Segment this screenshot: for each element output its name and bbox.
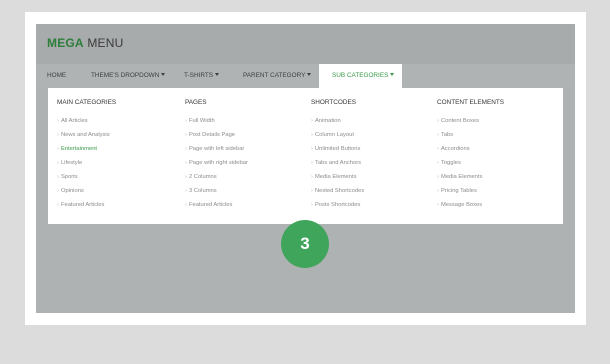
caret-down-icon (390, 73, 395, 76)
site-logo[interactable]: MEGA MENU (47, 36, 124, 50)
menu-link[interactable]: › News and Analysis (57, 132, 110, 138)
chevron-right-icon: › (57, 118, 59, 124)
caret-down-icon (307, 73, 312, 76)
nav-item-parent-category[interactable]: PARENT CATEGORY (243, 64, 312, 88)
step-number-badge: 3 (281, 220, 329, 268)
column-heading: SHORTCODES (311, 99, 356, 106)
column-heading: PAGES (185, 99, 207, 106)
chevron-right-icon: › (185, 188, 187, 194)
column-heading: CONTENT ELEMENTS (437, 99, 504, 106)
chevron-right-icon: › (437, 188, 439, 194)
chevron-right-icon: › (57, 174, 59, 180)
chevron-right-icon: › (185, 146, 187, 152)
menu-link[interactable]: › Message Boxes (437, 202, 482, 208)
nav-item-label: SUB CATEGORIES (332, 72, 389, 79)
menu-link[interactable]: › Media Elements (311, 174, 357, 180)
menu-link[interactable]: › Featured Articles (57, 202, 104, 208)
nav-item-label: PARENT CATEGORY (243, 72, 306, 79)
caret-down-icon (215, 73, 219, 76)
chevron-right-icon: › (311, 188, 313, 194)
chevron-right-icon: › (311, 174, 313, 180)
chevron-right-icon: › (311, 118, 313, 124)
nav-item-t-shirts[interactable]: T-SHIRTS (184, 64, 219, 88)
logo-strong: MEGA (47, 36, 84, 50)
chevron-right-icon: › (311, 132, 313, 138)
menu-link[interactable]: › Tabs (437, 132, 453, 138)
chevron-right-icon: › (437, 202, 439, 208)
menu-link-active[interactable]: › Entertainment (57, 146, 97, 152)
menu-link[interactable]: › Full Width (185, 118, 215, 124)
nav-item-home[interactable]: HOME (47, 64, 66, 88)
mega-menu-panel: MAIN CATEGORIES › All Articles › News and … (48, 88, 563, 224)
nav-item-label: T-SHIRTS (184, 72, 213, 79)
main-navbar: HOME THEME'S DROPDOWN T-SHIRTS PARENT CA… (36, 64, 575, 88)
chevron-right-icon: › (185, 132, 187, 138)
menu-link[interactable]: › 3 Columns (185, 188, 217, 194)
brand-bar: MEGA MENU (36, 24, 575, 64)
chevron-right-icon: › (437, 160, 439, 166)
chevron-right-icon: › (185, 160, 187, 166)
chevron-right-icon: › (311, 160, 313, 166)
chevron-right-icon: › (311, 202, 313, 208)
column-heading: MAIN CATEGORIES (57, 99, 117, 106)
chevron-right-icon: › (437, 132, 439, 138)
menu-link[interactable]: › Tabs and Anchors (311, 160, 361, 166)
menu-link[interactable]: › Animation (311, 118, 341, 124)
menu-link[interactable]: › Page with right sidebar (185, 160, 248, 166)
menu-link[interactable]: › Lifestyle (57, 160, 82, 166)
chevron-right-icon: › (437, 118, 439, 124)
menu-link[interactable]: › Posts Shortcodes (311, 202, 360, 208)
nav-item-label: THEME'S DROPDOWN (91, 72, 160, 79)
chevron-right-icon: › (185, 202, 187, 208)
menu-link[interactable]: › Column Layout (311, 132, 354, 138)
logo-rest: MENU (87, 36, 124, 50)
chevron-right-icon: › (311, 146, 313, 152)
chevron-right-icon: › (185, 174, 187, 180)
nav-item-sub-categories[interactable]: SUB CATEGORIES (319, 64, 402, 88)
chevron-right-icon: › (57, 146, 59, 152)
menu-link[interactable]: › Featured Articles (185, 202, 232, 208)
chevron-right-icon: › (57, 202, 59, 208)
menu-link[interactable]: › Post Details Page (185, 132, 235, 138)
chevron-right-icon: › (437, 174, 439, 180)
menu-link[interactable]: › Page with left sidebar (185, 146, 244, 152)
menu-link[interactable]: › 2 Columns (185, 174, 217, 180)
chevron-right-icon: › (437, 146, 439, 152)
menu-link[interactable]: › Toggles (437, 160, 461, 166)
menu-link[interactable]: › Pricing Tables (437, 188, 477, 194)
chevron-right-icon: › (57, 188, 59, 194)
menu-link[interactable]: › Unlimited Buttons (311, 146, 360, 152)
nav-item-label: HOME (47, 72, 67, 79)
nav-item-themes-dropdown[interactable]: THEME'S DROPDOWN (91, 64, 166, 88)
menu-link[interactable]: › Content Boxes (437, 118, 479, 124)
menu-link[interactable]: › Media Elements (437, 174, 483, 180)
menu-preview-stage: MEGA MENU HOME THEME'S DROPDOWN T-SHIRTS… (36, 24, 575, 313)
caret-down-icon (161, 73, 166, 76)
chevron-right-icon: › (185, 118, 187, 124)
menu-link[interactable]: › Sports (57, 174, 78, 180)
menu-link[interactable]: › All Articles (57, 118, 88, 124)
menu-link[interactable]: › Accordions (437, 146, 470, 152)
chevron-right-icon: › (57, 160, 59, 166)
menu-link[interactable]: › Nested Shortcodes (311, 188, 364, 194)
menu-link[interactable]: › Opinions (57, 188, 84, 194)
chevron-right-icon: › (57, 132, 59, 138)
